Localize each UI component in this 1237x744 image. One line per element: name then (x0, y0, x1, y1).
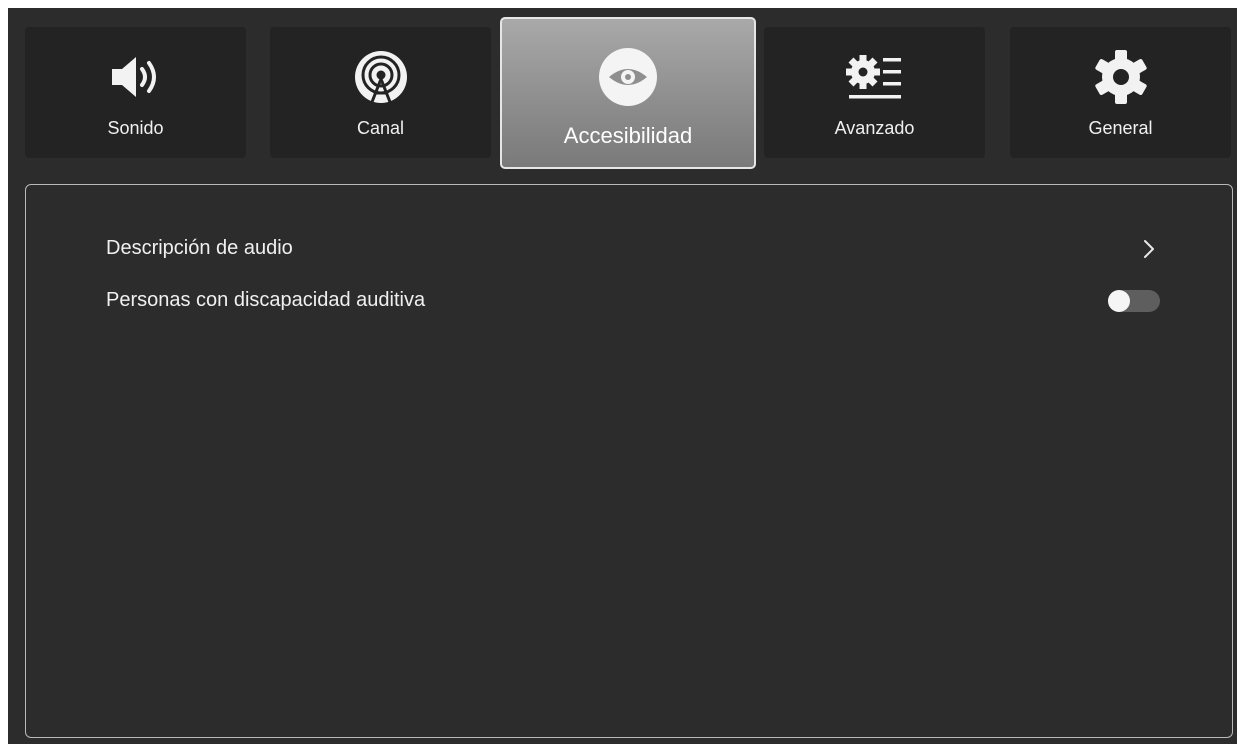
chevron-right-icon (1144, 240, 1154, 258)
tab-accesibilidad[interactable]: Accesibilidad (500, 17, 756, 169)
tab-general[interactable]: General (1010, 27, 1231, 158)
speaker-icon (111, 57, 156, 97)
tab-label: Sonido (107, 118, 164, 138)
setting-label: Personas con discapacidad auditiva (106, 289, 426, 311)
setting-label: Descripción de audio (106, 237, 293, 259)
tab-avanzado[interactable]: Avanzado (764, 27, 985, 158)
setting-hearing-impaired[interactable]: Personas con discapacidad auditiva (106, 281, 1160, 321)
tab-canal[interactable]: Canal (270, 27, 491, 158)
tab-label: General (1088, 118, 1153, 138)
gear-list-icon (845, 55, 901, 99)
toggle-knob (1108, 290, 1130, 312)
eye-icon (599, 48, 657, 106)
setting-audio-description[interactable]: Descripción de audio (106, 229, 1160, 269)
tab-label: Accesibilidad (563, 123, 693, 148)
tab-label: Avanzado (834, 118, 915, 138)
hearing-impaired-toggle[interactable] (1108, 290, 1160, 312)
tab-label: Canal (356, 118, 405, 138)
tab-sonido[interactable]: Sonido (25, 27, 246, 158)
gear-icon (1094, 50, 1147, 104)
settings-screen: Sonido Canal Accesibilidad Avanzado Gene… (8, 8, 1237, 744)
accessibility-settings-panel: Descripción de audio Personas con discap… (25, 184, 1233, 738)
antenna-icon (354, 51, 407, 103)
